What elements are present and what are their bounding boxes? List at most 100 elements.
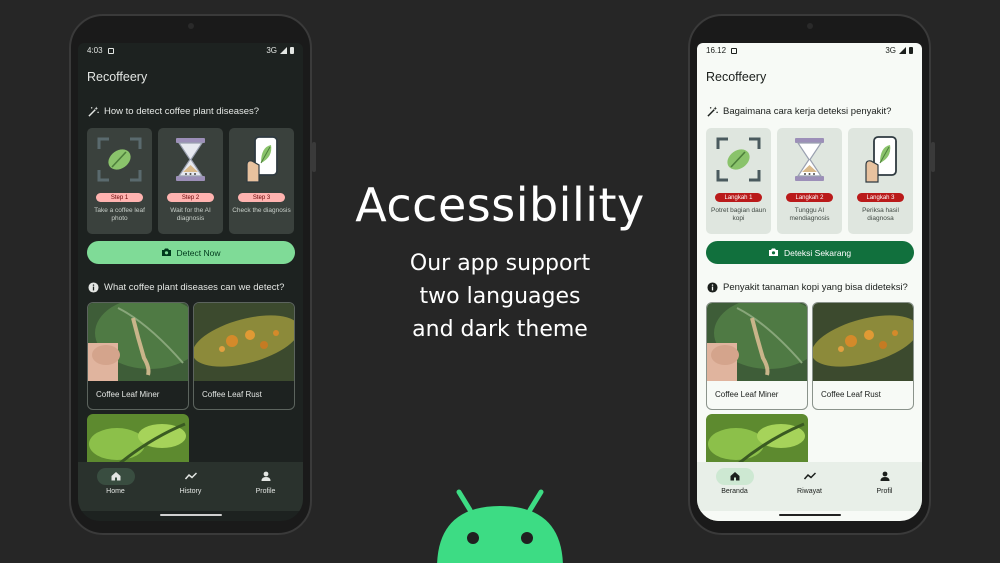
history-chart-icon (803, 471, 816, 482)
diseases-question-text: Penyakit tanaman kopi yang bisa dideteks… (723, 281, 908, 293)
detect-now-button[interactable]: Detect Now (87, 241, 295, 264)
home-icon (730, 471, 740, 483)
disease-card-leaf-miner[interactable]: Coffee Leaf Miner (87, 302, 189, 410)
card-label: Coffee Leaf Miner (96, 390, 160, 399)
step-caption: Tunggu AI mendiagnosis (789, 207, 830, 223)
stage: { "headline": "Accessibility", "subtitle… (0, 0, 1000, 563)
magic-wand-icon (87, 105, 99, 117)
subtitle-line-1: Our app support (409, 251, 591, 276)
hourglass-icon (166, 135, 215, 184)
step-caption: Potret bagian daun kopi (711, 207, 766, 223)
phone-dark-theme: 4:03 3G Recoffeery How to detect coffee … (69, 14, 316, 535)
battery-icon (909, 47, 913, 54)
diseases-question: Penyakit tanaman kopi yang bisa dideteks… (706, 281, 908, 293)
leaf-miner-photo (88, 303, 188, 381)
bottom-navigation: Beranda Riwayat Profil (697, 462, 922, 511)
person-icon (261, 471, 271, 483)
step-card-2: Step 2 Wait for the AI diagnosis (158, 128, 223, 234)
app-screen: 4:03 3G Recoffeery How to detect coffee … (78, 43, 303, 521)
step-badge: Step 3 (238, 193, 285, 202)
signal-icon (280, 47, 287, 54)
disease-card-leaf-miner[interactable]: Coffee Leaf Miner (706, 302, 808, 410)
card-label: Coffee Leaf Rust (821, 390, 881, 399)
nav-profile[interactable]: Profile (236, 468, 296, 495)
step-badge: Langkah 3 (857, 193, 904, 202)
nav-home[interactable]: Home (86, 468, 146, 495)
leaf-rust-photo (813, 303, 913, 381)
leaf-miner-photo (707, 303, 807, 381)
detect-question: Bagaimana cara kerja deteksi penyakit? (706, 105, 891, 117)
step-caption: Periksa hasil diagnosa (862, 207, 899, 223)
history-chart-icon (184, 471, 197, 482)
diseases-question: What coffee plant diseases can we detect… (87, 281, 284, 293)
person-icon (880, 471, 890, 483)
network-label: 3G (266, 46, 277, 55)
nav-history[interactable]: History (161, 468, 221, 495)
notification-icon (731, 47, 738, 54)
nav-label: Profil (876, 488, 893, 495)
scan-leaf-icon (714, 135, 763, 184)
gesture-handle[interactable] (159, 514, 222, 516)
subtitle-line-3: and dark theme (412, 317, 588, 342)
card-label: Coffee Leaf Rust (202, 390, 262, 399)
diseases-question-text: What coffee plant diseases can we detect… (104, 281, 285, 293)
nav-label: Profile (255, 488, 276, 495)
app-title: Recoffeery (87, 70, 148, 84)
detect-now-button[interactable]: Deteksi Sekarang (706, 241, 914, 264)
info-icon (706, 281, 718, 293)
app-title: Recoffeery (706, 70, 767, 84)
step-badge: Step 2 (167, 193, 214, 202)
step-caption: Take a coffee leaf photo (94, 207, 145, 223)
status-bar: 4:03 3G (78, 43, 303, 58)
scan-leaf-icon (95, 135, 144, 184)
nav-label: Beranda (721, 488, 748, 495)
side-button (312, 142, 316, 172)
step-badge: Step 1 (96, 193, 143, 202)
detect-question-text: How to detect coffee plant diseases? (104, 105, 260, 117)
app-screen: 16.12 3G Recoffeery Bagaimana cara kerja… (697, 43, 922, 521)
info-icon (87, 281, 99, 293)
step-caption: Wait for the AI diagnosis (170, 207, 211, 223)
step-card-2: Langkah 2 Tunggu AI mendiagnosis (777, 128, 842, 234)
step-card-3: Langkah 3 Periksa hasil diagnosa (848, 128, 913, 234)
steps-row: Langkah 1 Potret bagian daun kopi Langka… (706, 128, 913, 234)
notification-icon (107, 47, 114, 54)
bottom-navigation: Home History Profile (78, 462, 303, 511)
nav-riwayat[interactable]: Riwayat (780, 468, 840, 495)
step-badge: Langkah 1 (715, 193, 762, 202)
nav-label: Home (106, 488, 125, 495)
status-time: 16.12 (706, 46, 727, 55)
nav-label: Riwayat (797, 488, 822, 495)
network-label: 3G (885, 46, 896, 55)
step-card-1: Langkah 1 Potret bagian daun kopi (706, 128, 771, 234)
disease-cards: Coffee Leaf Miner Coffee Leaf Rust (706, 302, 916, 521)
front-camera (806, 23, 813, 29)
disease-cards: Coffee Leaf Miner Coffee Leaf Rust (87, 302, 297, 521)
headline: Accessibility (355, 178, 645, 232)
step-card-1: Step 1 Take a coffee leaf photo (87, 128, 152, 234)
phone-light-theme: 16.12 3G Recoffeery Bagaimana cara kerja… (688, 14, 935, 535)
leaf-rust-photo (194, 303, 294, 381)
home-icon (111, 471, 121, 483)
step-badge: Langkah 2 (786, 193, 833, 202)
nav-profil[interactable]: Profil (855, 468, 915, 495)
detect-button-label: Deteksi Sekarang (783, 247, 852, 258)
status-bar: 16.12 3G (697, 43, 922, 58)
subtitle-line-2: two languages (419, 284, 581, 309)
status-time: 4:03 (87, 46, 103, 55)
step-card-3: Step 3 Check the diagnosis (229, 128, 294, 234)
gesture-handle[interactable] (778, 514, 841, 516)
side-button (931, 142, 935, 172)
steps-row: Step 1 Take a coffee leaf photo Step 2 W… (87, 128, 294, 234)
battery-icon (290, 47, 294, 54)
card-label: Coffee Leaf Miner (715, 390, 779, 399)
nav-beranda[interactable]: Beranda (705, 468, 765, 495)
disease-card-leaf-rust[interactable]: Coffee Leaf Rust (193, 302, 295, 410)
android-logo (437, 488, 563, 563)
magic-wand-icon (706, 105, 718, 117)
signal-icon (899, 47, 906, 54)
phone-hand-icon (856, 135, 905, 184)
detect-question-text: Bagaimana cara kerja deteksi penyakit? (723, 105, 892, 117)
camera-icon (768, 248, 778, 258)
disease-card-leaf-rust[interactable]: Coffee Leaf Rust (812, 302, 914, 410)
